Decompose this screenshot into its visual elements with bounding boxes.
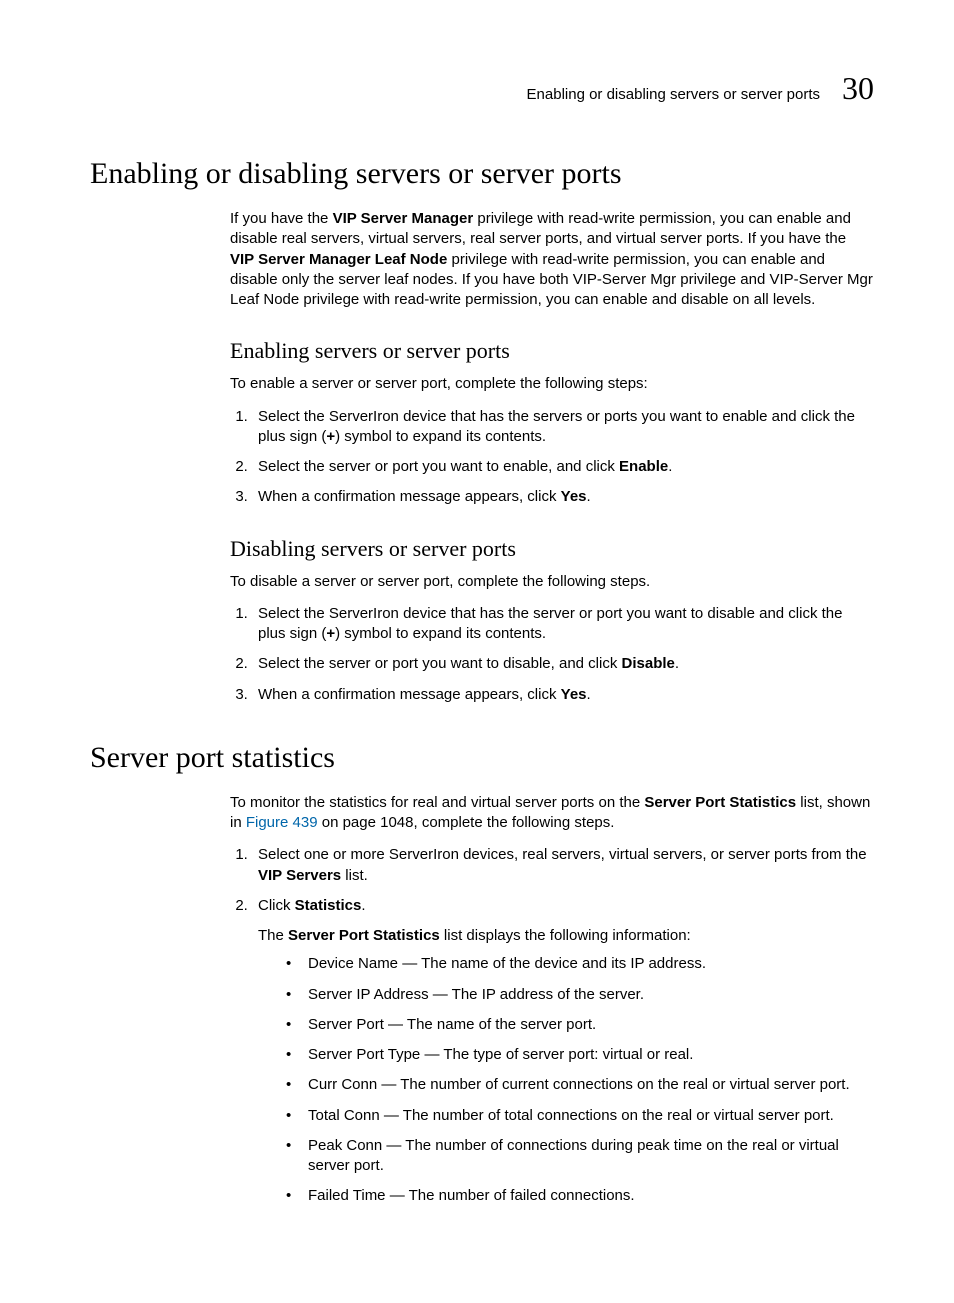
list-item: Select one or more ServerIron devices, r… bbox=[252, 845, 874, 886]
subheading-enabling: Enabling servers or server ports bbox=[230, 338, 874, 364]
header-title: Enabling or disabling servers or server … bbox=[527, 86, 820, 103]
heading-server-port-statistics: Server port statistics bbox=[90, 741, 874, 775]
stats-steps-list: Select one or more ServerIron devices, r… bbox=[230, 845, 874, 1206]
document-page: Enabling or disabling servers or server … bbox=[0, 0, 954, 1303]
stats-block: To monitor the statistics for real and v… bbox=[230, 793, 874, 1207]
heading-enable-disable: Enabling or disabling servers or server … bbox=[90, 157, 874, 191]
list-item: Peak Conn — The number of connections du… bbox=[286, 1136, 874, 1177]
enable-intro: To enable a server or server port, compl… bbox=[230, 374, 874, 394]
list-item: Server Port — The name of the server por… bbox=[286, 1015, 874, 1035]
list-item: Total Conn — The number of total connect… bbox=[286, 1106, 874, 1126]
stats-fields-list: Device Name — The name of the device and… bbox=[258, 954, 874, 1206]
stats-list-intro: The Server Port Statistics list displays… bbox=[258, 926, 874, 946]
list-item: Select the server or port you want to di… bbox=[252, 654, 874, 674]
list-item: Server IP Address — The IP address of th… bbox=[286, 985, 874, 1005]
list-item: Curr Conn — The number of current connec… bbox=[286, 1075, 874, 1095]
list-item: Device Name — The name of the device and… bbox=[286, 954, 874, 974]
intro-block: If you have the VIP Server Manager privi… bbox=[230, 209, 874, 705]
list-item: When a confirmation message appears, cli… bbox=[252, 487, 874, 507]
running-header: Enabling or disabling servers or server … bbox=[90, 70, 874, 107]
stats-intro: To monitor the statistics for real and v… bbox=[230, 793, 874, 834]
subheading-disabling: Disabling servers or server ports bbox=[230, 536, 874, 562]
figure-link[interactable]: Figure 439 bbox=[246, 814, 318, 831]
chapter-number: 30 bbox=[842, 70, 874, 107]
list-item: Click Statistics. The Server Port Statis… bbox=[252, 896, 874, 1207]
list-item: Server Port Type — The type of server po… bbox=[286, 1045, 874, 1065]
intro-paragraph: If you have the VIP Server Manager privi… bbox=[230, 209, 874, 310]
disable-intro: To disable a server or server port, comp… bbox=[230, 572, 874, 592]
list-item: Select the server or port you want to en… bbox=[252, 457, 874, 477]
list-item: Failed Time — The number of failed conne… bbox=[286, 1186, 874, 1206]
list-item: When a confirmation message appears, cli… bbox=[252, 685, 874, 705]
enable-steps-list: Select the ServerIron device that has th… bbox=[230, 407, 874, 508]
list-item: Select the ServerIron device that has th… bbox=[252, 407, 874, 448]
disable-steps-list: Select the ServerIron device that has th… bbox=[230, 604, 874, 705]
list-item: Select the ServerIron device that has th… bbox=[252, 604, 874, 645]
